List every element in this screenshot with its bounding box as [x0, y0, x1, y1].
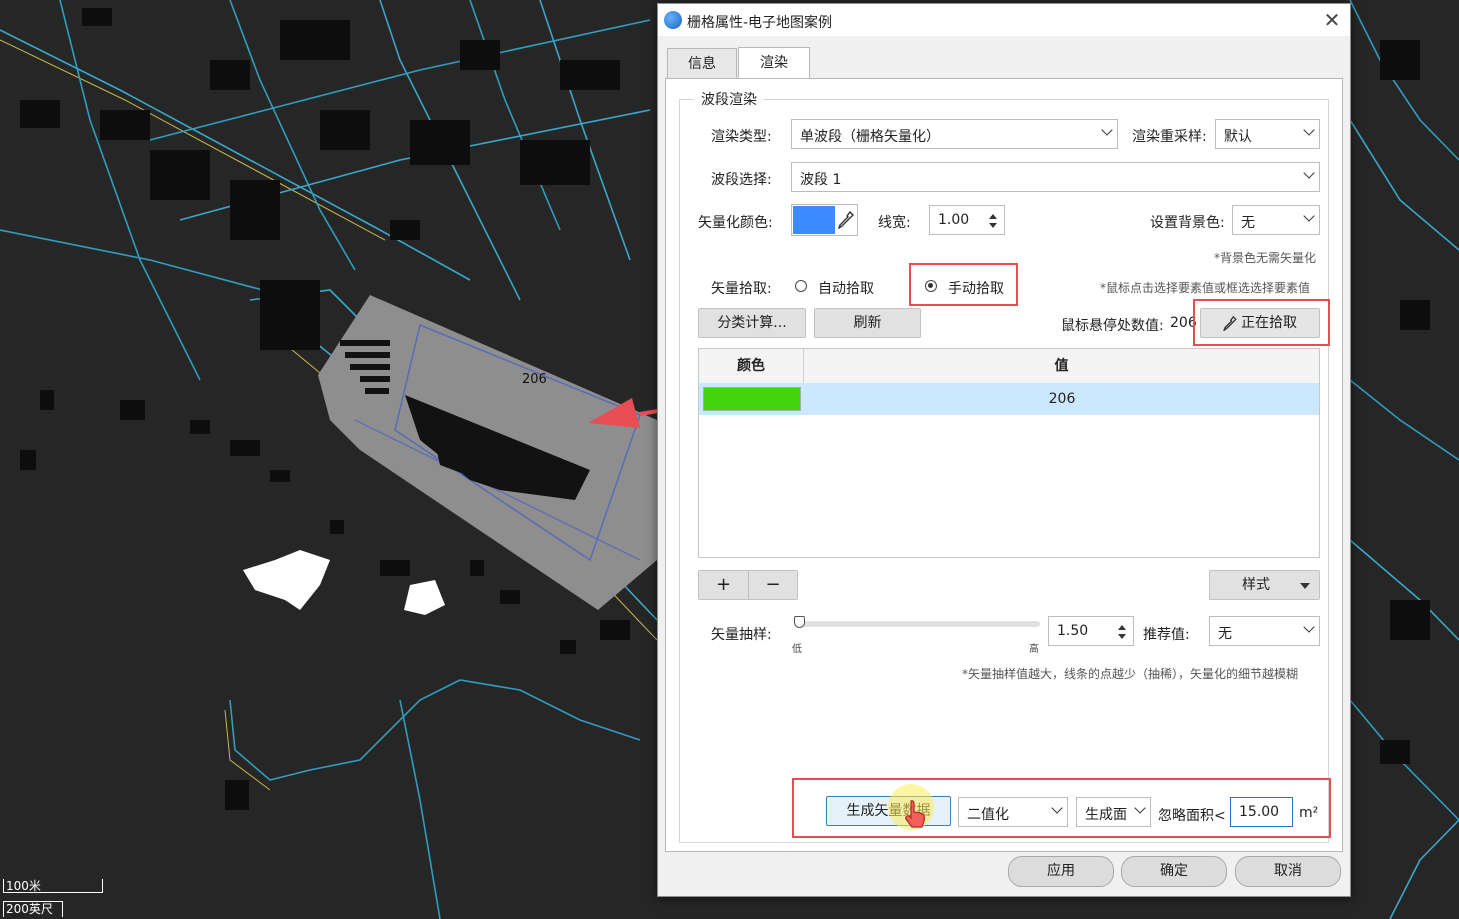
annotation-box-manual-pick: [909, 263, 1018, 306]
scale-bar-metric: 100米: [3, 879, 103, 893]
chevron-down-icon: [1303, 210, 1315, 222]
render-type-select[interactable]: 单波段（栅格矢量化）: [791, 119, 1118, 149]
chevron-down-icon: [1051, 802, 1063, 814]
chevron-down-icon: [1303, 167, 1315, 179]
auto-pick-label[interactable]: 自动拾取: [818, 278, 874, 298]
style-button[interactable]: 样式: [1209, 570, 1320, 600]
recommend-value: 无: [1218, 626, 1232, 642]
bg-color-select[interactable]: 无: [1232, 205, 1320, 235]
hand-cursor-icon: [905, 800, 925, 828]
add-row-button[interactable]: +: [699, 571, 749, 599]
vector-mode-select[interactable]: 二值化: [958, 797, 1068, 827]
slider-low-label: 低: [792, 644, 802, 655]
app-icon: [664, 11, 682, 29]
pick-note: *鼠标点击选择要素值或框选选择要素值: [1100, 281, 1311, 295]
remove-row-button[interactable]: −: [749, 571, 797, 599]
ok-button[interactable]: 确定: [1121, 856, 1227, 887]
vector-color-picker[interactable]: [791, 204, 858, 236]
hover-value-label: 鼠标悬停处数值:: [1061, 318, 1164, 334]
sampling-note: *矢量抽样值越大，线条的点越少（抽稀），矢量化的细节越模糊: [962, 667, 1299, 681]
map-feature-label: 206: [522, 372, 547, 387]
line-width-value: 1.00: [938, 212, 970, 228]
chevron-down-icon: [1101, 124, 1113, 136]
vector-color-label: 矢量化颜色:: [698, 215, 773, 231]
tab-info[interactable]: 信息: [667, 48, 737, 78]
bg-color-note: *背景色无需矢量化: [1214, 251, 1317, 265]
add-remove-group: + −: [698, 570, 798, 600]
sampling-value: 1.50: [1057, 623, 1089, 639]
area-unit: m²: [1299, 805, 1319, 821]
bg-color-label: 设置背景色:: [1150, 215, 1225, 231]
sampling-slider-track[interactable]: [800, 621, 1040, 627]
vector-mode-value: 二值化: [967, 807, 1009, 823]
output-type-value: 生成面: [1085, 807, 1127, 823]
value-table: 颜色 值 206: [698, 348, 1320, 558]
render-type-label: 渲染类型:: [711, 129, 772, 145]
recommend-select[interactable]: 无: [1209, 616, 1320, 646]
table-header: 颜色 值: [699, 349, 1319, 384]
eyedropper-icon[interactable]: [838, 211, 854, 229]
chevron-down-icon: [1134, 802, 1146, 814]
sampling-label: 矢量抽样:: [711, 627, 772, 643]
band-label: 波段选择:: [711, 172, 772, 188]
cancel-button[interactable]: 取消: [1235, 856, 1341, 887]
resample-value: 默认: [1224, 129, 1252, 145]
close-icon[interactable]: ✕: [1320, 8, 1344, 32]
scale-bar-imperial: 200英尺: [3, 901, 63, 917]
resample-label: 渲染重采样:: [1132, 129, 1207, 145]
line-width-label: 线宽:: [878, 215, 911, 231]
ignore-area-label: 忽略面积<: [1158, 808, 1226, 824]
refresh-button[interactable]: 刷新: [814, 308, 921, 338]
table-row[interactable]: 206: [699, 383, 1319, 415]
bg-color-value: 无: [1241, 215, 1255, 231]
group-title: 波段渲染: [694, 89, 764, 109]
pick-label: 矢量拾取:: [711, 281, 772, 297]
resample-select[interactable]: 默认: [1215, 119, 1320, 149]
row-color-swatch[interactable]: [703, 387, 801, 411]
style-button-label: 样式: [1242, 577, 1270, 593]
band-value: 波段 1: [800, 172, 842, 188]
spin-up-icon[interactable]: [1118, 625, 1126, 630]
spin-up-icon[interactable]: [989, 214, 997, 219]
sampling-spinner[interactable]: 1.50: [1048, 616, 1134, 646]
chevron-down-icon: [1303, 621, 1315, 633]
caret-down-icon: [1300, 583, 1310, 589]
recommend-label: 推荐值:: [1143, 627, 1190, 643]
chevron-down-icon: [1303, 124, 1315, 136]
tab-render[interactable]: 渲染: [738, 47, 810, 79]
raster-properties-dialog: 栅格属性-电子地图案例 ✕ 信息 渲染 波段渲染 渲染类型: 单波段（栅格矢量化…: [657, 3, 1351, 897]
dialog-title: 栅格属性-电子地图案例: [687, 15, 833, 31]
row-value: 206: [1048, 391, 1076, 407]
render-type-value: 单波段（栅格矢量化）: [800, 129, 940, 145]
band-select[interactable]: 波段 1: [791, 162, 1320, 192]
color-swatch: [793, 206, 835, 234]
dialog-titlebar[interactable]: 栅格属性-电子地图案例 ✕: [658, 4, 1350, 36]
value-column-header: 值: [1054, 358, 1069, 374]
auto-pick-radio[interactable]: [795, 280, 807, 292]
annotation-box-picking: [1193, 299, 1330, 346]
color-column-header: 颜色: [699, 349, 804, 383]
sampling-slider-thumb[interactable]: [794, 616, 805, 628]
ignore-area-input[interactable]: 15.00: [1230, 797, 1293, 827]
spin-down-icon[interactable]: [989, 223, 997, 228]
output-type-select[interactable]: 生成面: [1076, 797, 1151, 827]
slider-high-label: 高: [1029, 644, 1039, 655]
spin-down-icon[interactable]: [1118, 634, 1126, 639]
classify-button[interactable]: 分类计算...: [698, 308, 806, 338]
apply-button[interactable]: 应用: [1008, 856, 1114, 887]
ignore-area-value: 15.00: [1239, 804, 1280, 820]
line-width-spinner[interactable]: 1.00: [929, 205, 1005, 235]
